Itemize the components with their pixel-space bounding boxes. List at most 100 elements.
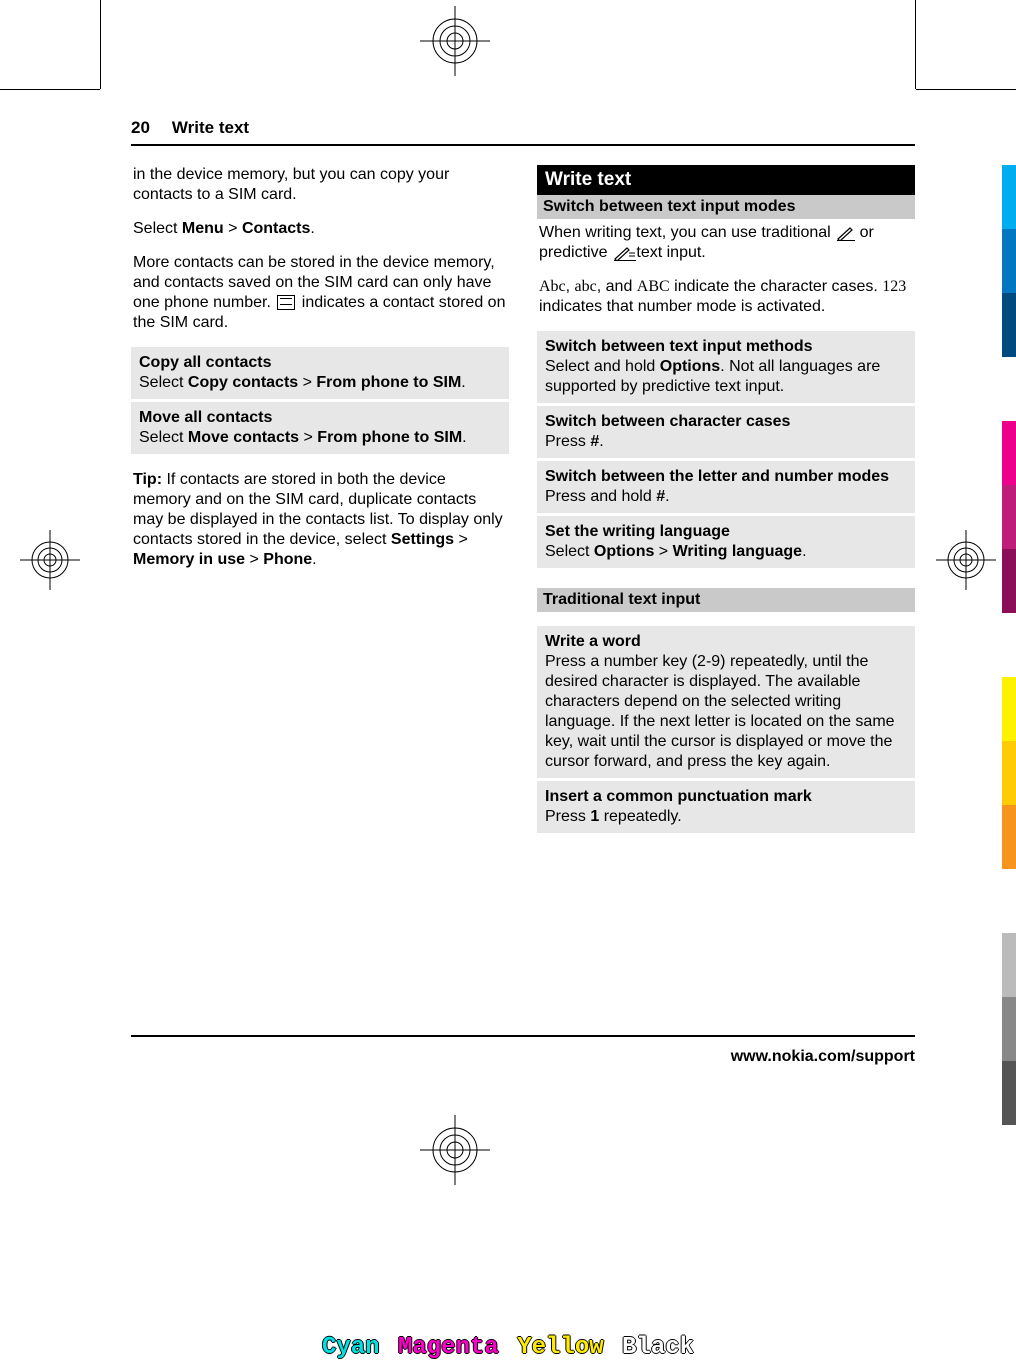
crop-mark	[915, 0, 916, 89]
magenta-label: Magenta	[396, 1334, 501, 1361]
crop-mark	[916, 89, 1016, 90]
menu-path: Contacts	[242, 220, 310, 237]
color-registration-bar	[1002, 165, 1016, 1125]
block-heading: Set the writing language	[545, 522, 907, 542]
footer-url: www.nokia.com/support	[131, 1048, 915, 1066]
block-heading: Insert a common punctuation mark	[545, 787, 907, 807]
tip-label: Tip:	[133, 471, 166, 488]
menu-path: Move contacts	[188, 429, 299, 446]
menu-path: Options	[660, 358, 720, 375]
indicator-123: 123	[882, 278, 906, 295]
block-body: Select Options > Writing language.	[545, 542, 907, 562]
text: Select	[545, 543, 594, 560]
text: When writing text, you can use tradition…	[539, 224, 835, 241]
registration-mark-icon	[420, 6, 490, 76]
menu-path: From phone to SIM	[316, 374, 461, 391]
text: Press	[545, 808, 590, 825]
block-body: Select Copy contacts > From phone to SIM…	[139, 373, 501, 393]
text: .	[462, 429, 466, 446]
block-body: Press and hold #.	[545, 487, 907, 507]
cyan-label: Cyan	[320, 1334, 382, 1361]
text: Select	[139, 374, 188, 391]
registration-mark-icon	[420, 1115, 490, 1185]
text: indicates that number mode is activated.	[539, 298, 825, 315]
text: >	[454, 531, 468, 548]
block-body: Select Move contacts > From phone to SIM…	[139, 428, 501, 448]
text: >	[245, 551, 263, 568]
text: .	[599, 433, 603, 450]
black-label: Black	[620, 1334, 696, 1361]
indicator-abc: abc	[575, 278, 597, 295]
text: >	[224, 220, 242, 237]
text: .	[461, 374, 465, 391]
section-subheading: Switch between text input modes	[537, 195, 915, 219]
paragraph: More contacts can be stored in the devic…	[131, 253, 509, 333]
menu-path: Phone	[263, 551, 312, 568]
text: Press	[545, 433, 590, 450]
right-column: Write text Switch between text input mod…	[537, 165, 915, 833]
text: Select	[139, 429, 188, 446]
yellow-label: Yellow	[515, 1334, 605, 1361]
section-subheading: Traditional text input	[537, 588, 915, 612]
menu-path: Settings	[391, 531, 454, 548]
tip-paragraph: Tip: If contacts are stored in both the …	[131, 470, 509, 570]
page-number: 20	[131, 118, 150, 137]
text: indicate the character cases.	[670, 278, 883, 295]
punctuation-block: Insert a common punctuation mark Press 1…	[537, 781, 915, 833]
text: >	[654, 543, 672, 560]
text: Press and hold	[545, 488, 656, 505]
page-title: Write text	[172, 118, 249, 137]
paragraph: When writing text, you can use tradition…	[537, 223, 915, 263]
block-heading: Copy all contacts	[139, 353, 501, 373]
block-body: Select and hold Options. Not all languag…	[545, 357, 907, 397]
block-heading: Write a word	[545, 632, 907, 652]
text: ,	[566, 278, 575, 295]
predictive-input-icon	[614, 247, 630, 259]
menu-path: Writing language	[673, 543, 802, 560]
block-heading: Move all contacts	[139, 408, 501, 428]
paragraph: Select Menu > Contacts.	[131, 219, 509, 239]
registration-mark-icon	[936, 530, 996, 590]
text: .	[665, 488, 669, 505]
block-body: Press a number key (2-9) repeatedly, unt…	[545, 652, 907, 772]
letter-number-block: Switch between the letter and number mod…	[537, 461, 915, 513]
write-word-block: Write a word Press a number key (2-9) re…	[537, 626, 915, 778]
text: Select	[133, 220, 182, 237]
writing-language-block: Set the writing language Select Options …	[537, 516, 915, 568]
crop-mark	[100, 0, 101, 89]
block-heading: Switch between the letter and number mod…	[545, 467, 907, 487]
copy-contacts-block: Copy all contacts Select Copy contacts >…	[131, 347, 509, 399]
block-body: Press 1 repeatedly.	[545, 807, 907, 827]
section-heading-black: Write text	[537, 165, 915, 195]
footer-divider	[131, 1035, 915, 1037]
registration-mark-icon	[20, 530, 80, 590]
block-heading: Switch between character cases	[545, 412, 907, 432]
block-heading: Switch between text input methods	[545, 337, 907, 357]
text: Select and hold	[545, 358, 660, 375]
crop-mark	[0, 89, 100, 90]
left-column: in the device memory, but you can copy y…	[131, 165, 509, 833]
text: text input.	[636, 244, 705, 261]
traditional-input-icon	[837, 227, 853, 239]
text: >	[299, 429, 317, 446]
sim-card-icon	[277, 295, 295, 310]
text: .	[312, 551, 316, 568]
menu-path: Memory in use	[133, 551, 245, 568]
page-container: 20 Write text in the device memory, but y…	[0, 0, 1016, 1372]
key-name: #	[590, 433, 599, 450]
page-header: 20 Write text	[131, 118, 915, 146]
text: >	[298, 374, 316, 391]
text: repeatedly.	[599, 808, 681, 825]
content-area: in the device memory, but you can copy y…	[131, 165, 915, 833]
menu-path: Options	[594, 543, 654, 560]
move-contacts-block: Move all contacts Select Move contacts >…	[131, 402, 509, 454]
process-color-names: Cyan Magenta Yellow Black	[0, 1334, 1016, 1361]
switch-methods-block: Switch between text input methods Select…	[537, 331, 915, 403]
paragraph: Abc, abc, and ABC indicate the character…	[537, 277, 915, 317]
key-name: #	[656, 488, 665, 505]
indicator-abc: Abc	[539, 278, 566, 295]
paragraph: in the device memory, but you can copy y…	[131, 165, 509, 205]
text: , and	[597, 278, 637, 295]
text: .	[310, 220, 314, 237]
menu-path: Copy contacts	[188, 374, 298, 391]
